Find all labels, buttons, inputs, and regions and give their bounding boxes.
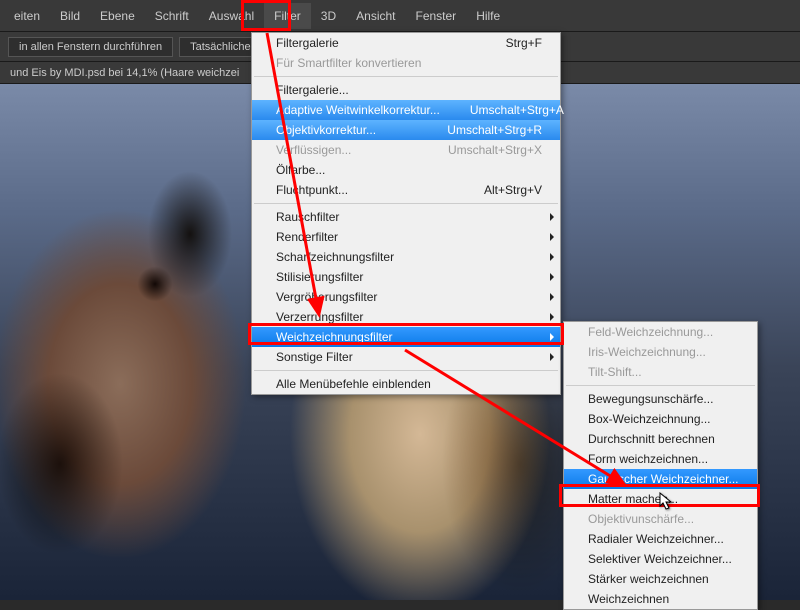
menu-item-label: Stilisierungsfilter <box>276 270 363 284</box>
menu-item-label: Vergröberungsfilter <box>276 290 377 304</box>
menu-item-label: Tilt-Shift... <box>588 365 642 379</box>
filter-menu-item-0[interactable]: Filtergalerie Strg+F <box>252 33 560 53</box>
blur-submenu-item-10: Objektivunschärfe... <box>564 509 757 529</box>
blur-submenu-item-12[interactable]: Selektiver Weichzeichner... <box>564 549 757 569</box>
menu-bild[interactable]: Bild <box>50 3 90 29</box>
filter-menu-item-17[interactable]: Sonstige Filter <box>252 347 560 367</box>
menu-item-label: Box-Weichzeichnung... <box>588 412 711 426</box>
menu-filter[interactable]: Filter <box>264 3 311 29</box>
menu-3d[interactable]: 3D <box>311 3 346 29</box>
filter-menu-item-7[interactable]: Ölfarbe... <box>252 160 560 180</box>
filter-menu-item-6: Verflüssigen... Umschalt+Strg+X <box>252 140 560 160</box>
menu-item-label: Ölfarbe... <box>276 163 325 177</box>
menu-item-label: Iris-Weichzeichnung... <box>588 345 706 359</box>
document-title: und Eis by MDI.psd bei 14,1% (Haare weic… <box>10 67 239 79</box>
menu-separator <box>254 76 558 77</box>
blur-submenu-item-13[interactable]: Stärker weichzeichnen <box>564 569 757 589</box>
menu-item-label: Scharfzeichnungsfilter <box>276 250 394 264</box>
submenu-arrow-icon <box>550 213 554 221</box>
menu-separator <box>566 385 755 386</box>
menu-item-label: Selektiver Weichzeichner... <box>588 552 732 566</box>
filter-menu-item-4[interactable]: Adaptive Weitwinkelkorrektur...Umschalt+… <box>252 100 560 120</box>
blur-submenu-item-6[interactable]: Durchschnitt berechnen <box>564 429 757 449</box>
menu-item-label: Fluchtpunkt... <box>276 183 348 197</box>
menu-item-shortcut: Alt+Strg+V <box>454 183 542 197</box>
blur-submenu-item-1: Iris-Weichzeichnung... <box>564 342 757 362</box>
filter-menu-item-8[interactable]: Fluchtpunkt... Alt+Strg+V <box>252 180 560 200</box>
menu-schrift[interactable]: Schrift <box>145 3 199 29</box>
menu-item-shortcut: Umschalt+Strg+R <box>417 123 542 137</box>
submenu-arrow-icon <box>550 273 554 281</box>
menu-item-label: Alle Menübefehle einblenden <box>276 377 431 391</box>
menu-item-label: Radialer Weichzeichner... <box>588 532 724 546</box>
menu-ansicht[interactable]: Ansicht <box>346 3 405 29</box>
menu-item-shortcut: Umschalt+Strg+X <box>418 143 542 157</box>
menu-item-shortcut: Umschalt+Strg+A <box>440 103 564 117</box>
filter-menu: Filtergalerie Strg+F Für Smartfilter konve… <box>251 32 561 395</box>
menu-item-label: Verzerrungsfilter <box>276 310 363 324</box>
menu-item-label: Objektivunschärfe... <box>588 512 694 526</box>
menu-item-label: Rauschfilter <box>276 210 339 224</box>
blur-submenu-item-2: Tilt-Shift... <box>564 362 757 382</box>
blur-submenu-item-7[interactable]: Form weichzeichnen... <box>564 449 757 469</box>
blur-submenu-item-14[interactable]: Weichzeichnen <box>564 589 757 609</box>
blur-submenu-item-9[interactable]: Matter machen... <box>564 489 757 509</box>
menu-item-label: Objektivkorrektur... <box>276 123 376 137</box>
menu-item-label: Filtergalerie... <box>276 83 349 97</box>
toolbar-all-windows-button[interactable]: in allen Fenstern durchführen <box>8 37 173 57</box>
menu-separator <box>254 203 558 204</box>
filter-menu-item-1: Für Smartfilter konvertieren <box>252 53 560 73</box>
menu-item-label: Renderfilter <box>276 230 338 244</box>
menu-item-label: Weichzeichnungsfilter <box>276 330 393 344</box>
submenu-arrow-icon <box>550 233 554 241</box>
blur-submenu: Feld-Weichzeichnung... Iris-Weichzeichnun… <box>563 321 758 610</box>
menu-item-label: Feld-Weichzeichnung... <box>588 325 713 339</box>
menu-item-label: Verflüssigen... <box>276 143 351 157</box>
blur-submenu-item-4[interactable]: Bewegungsunschärfe... <box>564 389 757 409</box>
submenu-arrow-icon <box>550 293 554 301</box>
submenu-arrow-icon <box>550 333 554 341</box>
blur-submenu-item-0: Feld-Weichzeichnung... <box>564 322 757 342</box>
blur-submenu-item-8[interactable]: Gaußscher Weichzeichner... <box>564 469 757 489</box>
filter-menu-item-16[interactable]: Weichzeichnungsfilter <box>252 327 560 347</box>
menu-item-label: Form weichzeichnen... <box>588 452 708 466</box>
blur-submenu-item-5[interactable]: Box-Weichzeichnung... <box>564 409 757 429</box>
menubar: eiten Bild Ebene Schrift Auswahl Filter … <box>0 0 800 32</box>
filter-menu-item-11[interactable]: Renderfilter <box>252 227 560 247</box>
submenu-arrow-icon <box>550 253 554 261</box>
menu-item-label: Matter machen... <box>588 492 678 506</box>
filter-menu-item-14[interactable]: Vergröberungsfilter <box>252 287 560 307</box>
menu-item-label: Sonstige Filter <box>276 350 353 364</box>
menu-item-label: Weichzeichnen <box>588 592 669 606</box>
filter-menu-item-15[interactable]: Verzerrungsfilter <box>252 307 560 327</box>
blur-submenu-item-11[interactable]: Radialer Weichzeichner... <box>564 529 757 549</box>
menu-item-label: Für Smartfilter konvertieren <box>276 56 421 70</box>
menu-fenster[interactable]: Fenster <box>406 3 467 29</box>
menu-eiten[interactable]: eiten <box>4 3 50 29</box>
menu-ebene[interactable]: Ebene <box>90 3 145 29</box>
filter-menu-item-10[interactable]: Rauschfilter <box>252 207 560 227</box>
filter-menu-item-12[interactable]: Scharfzeichnungsfilter <box>252 247 560 267</box>
submenu-arrow-icon <box>550 353 554 361</box>
filter-menu-item-3[interactable]: Filtergalerie... <box>252 80 560 100</box>
menu-item-label: Bewegungsunschärfe... <box>588 392 713 406</box>
menu-auswahl[interactable]: Auswahl <box>199 3 264 29</box>
menu-hilfe[interactable]: Hilfe <box>466 3 510 29</box>
menu-item-label: Durchschnitt berechnen <box>588 432 715 446</box>
menu-item-label: Gaußscher Weichzeichner... <box>588 472 739 486</box>
menu-item-label: Adaptive Weitwinkelkorrektur... <box>276 103 440 117</box>
filter-menu-item-5[interactable]: Objektivkorrektur... Umschalt+Strg+R <box>252 120 560 140</box>
menu-separator <box>254 370 558 371</box>
filter-menu-item-13[interactable]: Stilisierungsfilter <box>252 267 560 287</box>
menu-item-label: Filtergalerie <box>276 36 339 50</box>
menu-item-shortcut: Strg+F <box>476 36 542 50</box>
submenu-arrow-icon <box>550 313 554 321</box>
filter-menu-item-19[interactable]: Alle Menübefehle einblenden <box>252 374 560 394</box>
menu-item-label: Stärker weichzeichnen <box>588 572 709 586</box>
